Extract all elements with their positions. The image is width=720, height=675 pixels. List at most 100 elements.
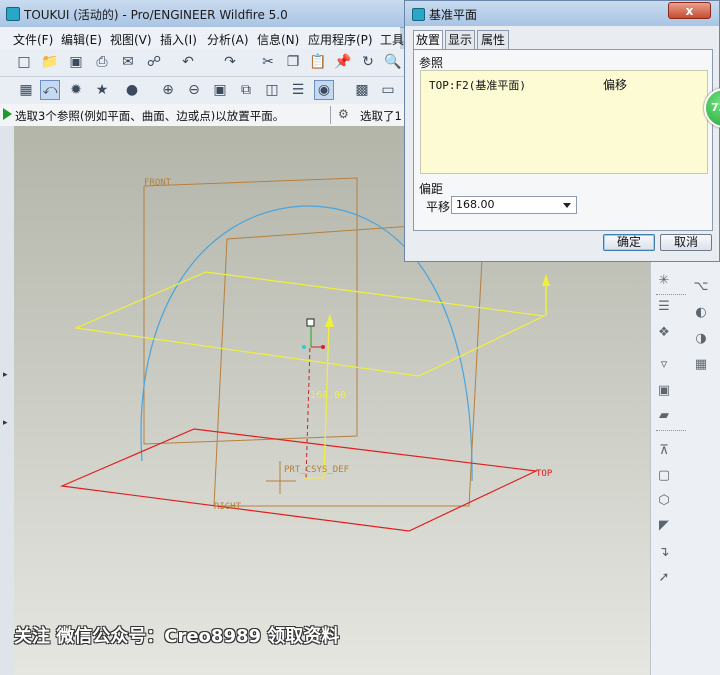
dialog-title: 基准平面 (429, 8, 478, 22)
cut-icon[interactable]: ✂ (258, 52, 278, 72)
placement-panel: 参照 TOP:F2(基准平面) 偏移 偏距 平移 168.00 (413, 49, 713, 231)
expand-left-icon-2[interactable]: ▸ (3, 418, 8, 428)
reorient-icon[interactable]: ⧉ (236, 80, 256, 100)
find-icon[interactable]: 🔍 (383, 52, 403, 72)
pattern-icon[interactable]: ▦ (691, 354, 711, 374)
ok-button[interactable]: 确定 (603, 234, 655, 251)
handle-point-red (321, 345, 325, 349)
send-mail-icon[interactable]: ✉ (118, 52, 138, 72)
right-datum-plane[interactable] (213, 220, 485, 507)
app-icon (6, 7, 20, 21)
datum-csys-icon[interactable]: ✳ (654, 270, 674, 290)
left-sash[interactable]: ▸ ▸ (0, 126, 15, 675)
new-file-icon[interactable]: □ (14, 52, 34, 72)
chevron-down-icon[interactable] (563, 203, 571, 208)
rib-icon[interactable]: ▰ (654, 405, 674, 425)
offset-icon[interactable]: ↴ (654, 542, 674, 562)
tab-properties[interactable]: 属性 (477, 30, 509, 49)
saved-views-icon[interactable]: ◫ (262, 80, 282, 100)
send-icon[interactable]: ☍ (144, 52, 164, 72)
front-plane-label[interactable]: FRONT (144, 178, 172, 188)
expand-left-icon[interactable]: ▸ (3, 370, 8, 380)
open-file-icon[interactable]: 📁 (40, 52, 60, 72)
selection-count[interactable]: 选取了1 (360, 108, 402, 124)
regenerate-icon[interactable]: ↻ (358, 52, 378, 72)
copy-icon[interactable]: ❐ (283, 52, 303, 72)
draft-icon[interactable]: ⊼ (654, 440, 674, 460)
undo-icon[interactable]: ↶ (178, 52, 198, 72)
zoom-in-icon[interactable]: ⊕ (158, 80, 178, 100)
refit-icon[interactable]: ▣ (210, 80, 230, 100)
top-plane-label[interactable]: TOP (536, 469, 553, 479)
reference-constraint[interactable]: 偏移 (603, 76, 627, 93)
window-title: TOUKUI (活动的) - Pro/ENGINEER Wildfire 5.0 (24, 8, 288, 22)
sweep-icon[interactable]: ◑ (691, 328, 711, 348)
paste-special-icon[interactable]: 📌 (333, 52, 353, 72)
datum-axis-icon[interactable]: ☰ (654, 296, 674, 316)
round-icon[interactable]: ▢ (654, 465, 674, 485)
menu-edit[interactable]: 编辑(E) (61, 31, 102, 48)
shading-icon[interactable]: ● (122, 80, 142, 100)
chamfer-icon[interactable]: ⬡ (654, 490, 674, 510)
menu-bar: 文件(F) 编辑(E) 视图(V) 插入(I) 分析(A) 信息(N) 应用程序… (0, 27, 404, 50)
hole-icon[interactable]: ▿ (654, 354, 674, 374)
cancel-button[interactable]: 取消 (660, 234, 712, 251)
revolve-icon[interactable]: ◐ (691, 302, 711, 322)
mirror-icon[interactable]: ◤ (654, 515, 674, 535)
display-style-icon[interactable]: ◉ (314, 80, 334, 100)
top-datum-plane[interactable] (59, 428, 539, 532)
sketch-curve-icon[interactable]: ⌥ (691, 276, 711, 296)
reference-name[interactable]: TOP:F2(基准平面) (429, 77, 526, 93)
offset-value: 168.00 (456, 198, 495, 211)
dialog-icon (412, 8, 425, 21)
menu-tools[interactable]: 工具 (380, 31, 404, 48)
references-label: 参照 (419, 56, 444, 70)
tab-placement[interactable]: 放置 (413, 30, 443, 50)
paste-icon[interactable]: 📋 (308, 52, 328, 72)
prompt-arrow-icon (3, 108, 12, 120)
close-button[interactable]: x (668, 2, 711, 19)
datum-point-icon[interactable]: ❖ (654, 322, 674, 342)
csys-label[interactable]: PRT_CSYS_DEF (284, 465, 349, 475)
zoom-out-icon[interactable]: ⊖ (184, 80, 204, 100)
message-bar: 选取3个参照(例如平面、曲面、边或点)以放置平面。 ⚙ 选取了1 (0, 104, 404, 127)
layers-icon[interactable]: ☰ (288, 80, 308, 100)
menu-analysis[interactable]: 分析(A) (207, 31, 249, 48)
shell-icon[interactable]: ▣ (654, 380, 674, 400)
main-window: TOUKUI (活动的) - Pro/ENGINEER Wildfire 5.0… (0, 0, 720, 675)
print-icon[interactable]: ⎙ (92, 52, 112, 72)
offset-value-combo[interactable]: 168.00 (451, 196, 577, 214)
datum-display-icon[interactable]: ▦ (16, 80, 36, 100)
dialog-title-bar[interactable]: 基准平面 x (405, 1, 719, 26)
view-manager-icon[interactable]: ▩ (352, 80, 372, 100)
tab-display[interactable]: 显示 (445, 30, 475, 49)
toolbar-standard: □ 📁 ▣ ⎙ ✉ ☍ ↶ ↷ ✂ ❐ 📋 📌 ↻ 🔍 (0, 49, 404, 77)
spin-center-icon[interactable]: ✹ (66, 80, 86, 100)
menu-info[interactable]: 信息(N) (257, 31, 299, 48)
toolbar-divider-2 (656, 430, 686, 432)
references-list[interactable]: TOP:F2(基准平面) 偏移 (420, 70, 708, 174)
menu-file[interactable]: 文件(F) (13, 31, 53, 48)
offset-dimension-label[interactable]: 168.00 (310, 390, 346, 401)
selection-filter-icon[interactable]: ⤺ (40, 80, 60, 100)
datum-plane-dialog: 基准平面 x 放置 显示 属性 参照 TOP:F2(基准平面) 偏移 偏距 平移… (404, 0, 720, 262)
menu-applications[interactable]: 应用程序(P) (308, 31, 373, 48)
prompt-message: 选取3个参照(例如平面、曲面、边或点)以放置平面。 (15, 109, 285, 123)
datum-planes-icon[interactable]: ▭ (378, 80, 398, 100)
menu-insert[interactable]: 插入(I) (160, 31, 197, 48)
offset-dimension-arrowhead (325, 314, 334, 327)
toolbar-divider (656, 294, 686, 296)
watermark-text: 关注 微信公众号：Creo8989 领取资料 (14, 626, 340, 647)
redo-icon[interactable]: ↷ (220, 52, 240, 72)
translate-label: 平移 (426, 200, 451, 214)
right-plane-label[interactable]: RIGHT (214, 502, 242, 512)
plane-normal-arrowhead (542, 274, 550, 286)
offset-drag-path (305, 345, 311, 479)
offset-label: 偏距 (419, 182, 444, 196)
extend-icon[interactable]: ➚ (654, 567, 674, 587)
save-icon[interactable]: ▣ (66, 52, 86, 72)
orient-icon[interactable]: ★ (92, 80, 112, 100)
drag-handle[interactable] (306, 318, 315, 327)
menu-view[interactable]: 视图(V) (110, 31, 152, 48)
selection-icon: ⚙ (338, 107, 349, 121)
